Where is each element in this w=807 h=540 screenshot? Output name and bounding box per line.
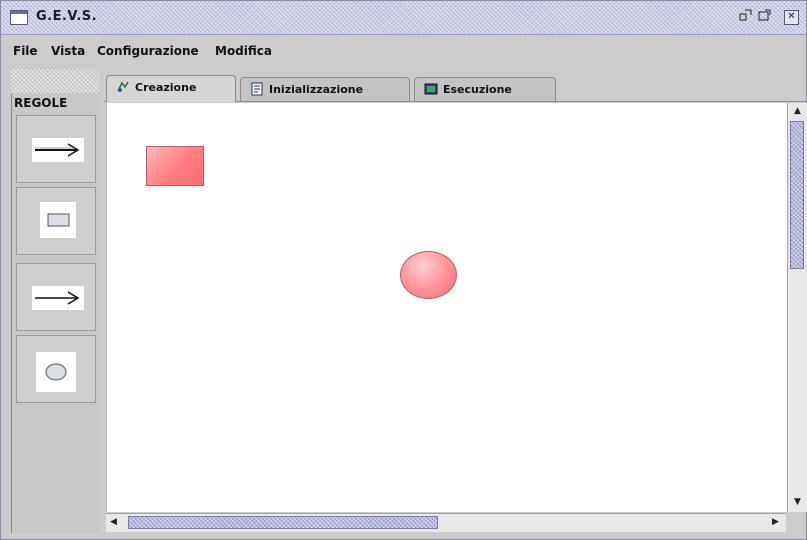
menu-configurazione[interactable]: Configurazione — [97, 44, 199, 58]
palette-header-strip — [11, 69, 99, 93]
palette-title: REGOLE — [14, 96, 68, 110]
ellipse-shape[interactable] — [400, 251, 457, 299]
rectangle-shape[interactable] — [146, 146, 204, 186]
minimize-button[interactable] — [737, 9, 754, 24]
title-bar[interactable]: G.E.V.S. ✕ — [1, 1, 806, 35]
menu-file[interactable]: File — [13, 44, 38, 58]
tab-label: Inizializzazione — [269, 83, 364, 96]
scroll-corner — [787, 513, 806, 531]
minimize-icon — [739, 9, 751, 21]
maximize-button[interactable] — [756, 9, 773, 24]
tab-label: Creazione — [135, 81, 197, 94]
drawing-canvas[interactable] — [106, 103, 787, 512]
vertical-scrollbar[interactable]: ▲ ▼ — [787, 103, 807, 512]
menu-bar: File Vista Configurazione Modifica — [1, 35, 806, 67]
horizontal-scrollbar[interactable]: ◀ ▶ — [106, 513, 786, 532]
ellipse-icon — [45, 363, 67, 381]
scroll-right-icon[interactable]: ▶ — [772, 516, 779, 529]
tab-creazione[interactable]: Creazione — [106, 75, 236, 102]
window-title: G.E.V.S. — [36, 9, 98, 24]
arrow-tool-button-2[interactable] — [16, 263, 96, 331]
main-window: G.E.V.S. ✕ File Vista Configurazione Mod… — [0, 0, 807, 540]
horizontal-scroll-thumb[interactable] — [128, 516, 438, 529]
rectangle-icon — [47, 213, 70, 227]
ellipse-tool-button[interactable] — [16, 335, 96, 403]
arrow-icon — [35, 143, 80, 157]
arrow-tool-preview — [32, 138, 84, 162]
close-button[interactable]: ✕ — [784, 10, 799, 25]
rectangle-tool-button[interactable] — [16, 187, 96, 255]
rules-palette: REGOLE — [11, 93, 100, 533]
close-icon: ✕ — [787, 11, 796, 22]
creation-icon — [117, 81, 129, 92]
execute-icon — [424, 83, 438, 95]
rectangle-tool-preview — [40, 202, 76, 238]
arrow-tool-preview-2 — [32, 286, 84, 310]
window-icon — [10, 10, 28, 25]
arrow-tool-button[interactable] — [16, 115, 96, 183]
scroll-up-icon[interactable]: ▲ — [788, 105, 807, 117]
tab-label: Esecuzione — [443, 83, 512, 96]
scroll-left-icon[interactable]: ◀ — [110, 516, 117, 529]
scroll-down-icon[interactable]: ▼ — [788, 496, 807, 508]
arrow-icon — [35, 291, 80, 305]
tab-esecuzione[interactable]: Esecuzione — [414, 77, 556, 101]
maximize-icon — [758, 9, 770, 21]
menu-modifica[interactable]: Modifica — [215, 44, 272, 58]
menu-vista[interactable]: Vista — [51, 44, 85, 58]
ellipse-tool-preview — [36, 352, 76, 392]
tab-inizializzazione[interactable]: Inizializzazione — [240, 77, 410, 101]
vertical-scroll-thumb[interactable] — [790, 121, 804, 269]
init-icon — [251, 82, 263, 96]
